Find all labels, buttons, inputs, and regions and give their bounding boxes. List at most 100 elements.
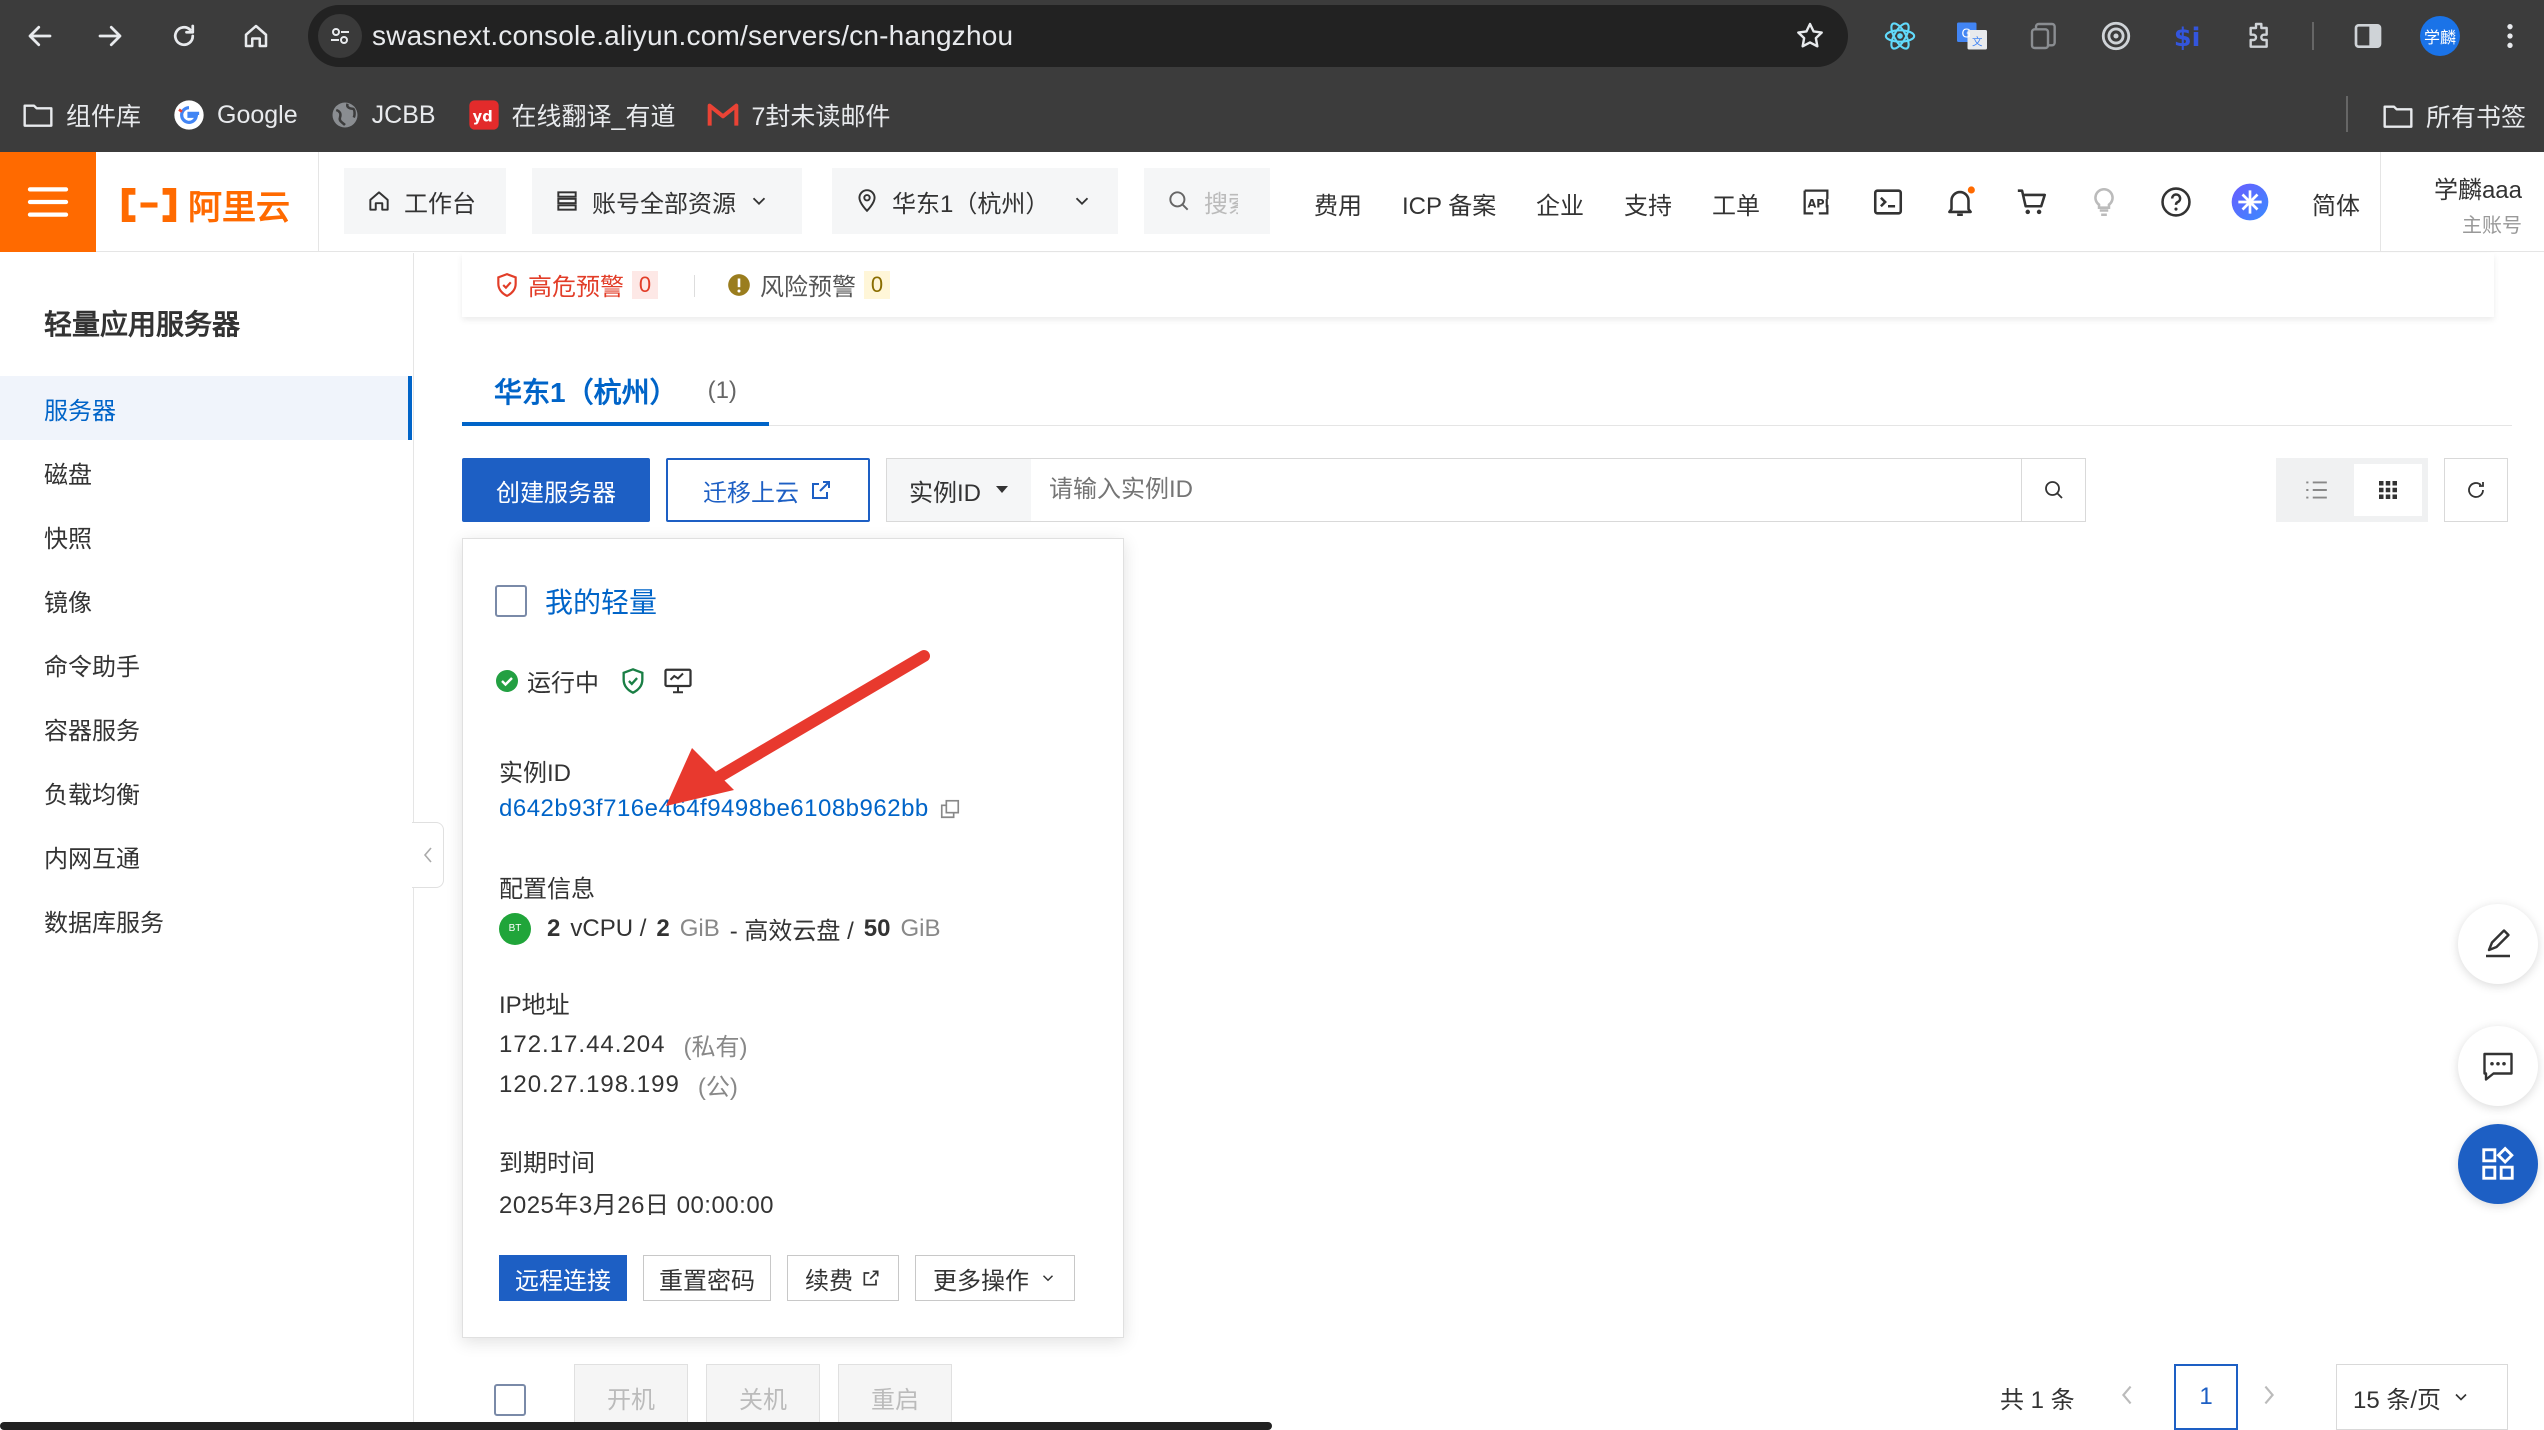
- help-icon[interactable]: [2156, 182, 2196, 222]
- select-all-checkbox[interactable]: [494, 1384, 526, 1416]
- workbench-button[interactable]: 工作台: [344, 168, 506, 234]
- region-selector[interactable]: 华东1（杭州）: [832, 168, 1118, 234]
- profile-avatar[interactable]: 学麟: [2420, 16, 2460, 56]
- all-bookmarks-label: 所有书签: [2426, 104, 2527, 132]
- sidebar-item-snapshots[interactable]: 快照: [0, 504, 412, 568]
- language-switch[interactable]: 简体: [2312, 186, 2360, 221]
- stop-button[interactable]: 关机: [706, 1364, 820, 1430]
- header-search[interactable]: 搜索: [1144, 168, 1270, 234]
- page-1-button[interactable]: 1: [2174, 1364, 2238, 1430]
- bookmark-label: Google: [217, 100, 298, 129]
- sidebar-item-command-assistant[interactable]: 命令助手: [0, 632, 412, 696]
- cart-icon[interactable]: [2012, 182, 2052, 222]
- sidebar-item-vpc-peering[interactable]: 内网互通: [0, 824, 412, 888]
- bookmark-item[interactable]: yd 在线翻译_有道: [468, 97, 675, 133]
- forward-arrow-icon[interactable]: [88, 14, 132, 58]
- svg-text:文: 文: [1972, 35, 1983, 48]
- svg-text:API: API: [1808, 197, 1829, 211]
- translate-extension-icon[interactable]: G文: [1952, 16, 1992, 56]
- next-page-icon[interactable]: [2254, 1380, 2284, 1410]
- header-link-billing[interactable]: 费用: [1314, 186, 1362, 221]
- ai-assistant-icon[interactable]: [2230, 182, 2270, 222]
- header-link-enterprise[interactable]: 企业: [1536, 186, 1584, 221]
- apps-grid-icon[interactable]: [2458, 1124, 2538, 1204]
- bookmark-item[interactable]: Google: [173, 99, 298, 131]
- bell-icon[interactable]: [1940, 182, 1980, 222]
- all-bookmarks[interactable]: 所有书签: [2382, 98, 2526, 134]
- copy-icon[interactable]: [939, 798, 961, 820]
- sidebar-item-load-balancer[interactable]: 负载均衡: [0, 760, 412, 824]
- sidebar-item-database[interactable]: 数据库服务: [0, 888, 412, 952]
- aliyun-logo[interactable]: 阿里云: [120, 180, 290, 229]
- dollar-extension-icon[interactable]: $i: [2168, 16, 2208, 56]
- hamburger-menu-icon[interactable]: [0, 152, 96, 252]
- resource-label: 账号全部资源: [592, 190, 736, 218]
- tab-copy-extension-icon[interactable]: [2024, 16, 2064, 56]
- tab-region-hangzhou[interactable]: 华东1（杭州） (1): [462, 360, 769, 426]
- home-icon[interactable]: [234, 14, 278, 58]
- header-link-ticket[interactable]: 工单: [1712, 186, 1760, 221]
- chat-icon[interactable]: [2458, 1026, 2538, 1106]
- migrate-button[interactable]: 迁移上云: [666, 458, 870, 522]
- prev-page-icon[interactable]: [2112, 1380, 2142, 1410]
- instance-search-input[interactable]: [1031, 459, 2021, 521]
- tab-region-count: (1): [707, 377, 737, 404]
- server-name-link[interactable]: 我的轻量: [545, 581, 657, 621]
- server-select-checkbox[interactable]: [495, 585, 527, 617]
- google-icon: [174, 100, 204, 130]
- refresh-icon[interactable]: [2444, 458, 2508, 522]
- page-size-select[interactable]: 15 条/页: [2336, 1364, 2508, 1430]
- chevron-left-icon: [423, 847, 432, 863]
- horizontal-scrollbar[interactable]: [0, 1422, 1272, 1430]
- sidebar-item-servers[interactable]: 服务器: [0, 376, 412, 440]
- security-alert-bar: 高危预警 0 风险预警 0: [462, 253, 2494, 317]
- reset-password-button[interactable]: 重置密码: [643, 1255, 771, 1301]
- expire-label: 到期时间: [499, 1150, 595, 1177]
- extensions-puzzle-icon[interactable]: [2240, 16, 2280, 56]
- restart-button[interactable]: 重启: [838, 1364, 952, 1430]
- user-role: 主账号: [2462, 215, 2522, 237]
- chevron-down-icon: [1076, 197, 1089, 206]
- back-arrow-icon[interactable]: [18, 14, 62, 58]
- start-button[interactable]: 开机: [574, 1364, 688, 1430]
- grid-view-icon[interactable]: [2354, 464, 2422, 516]
- search-type-select[interactable]: 实例ID: [887, 459, 1031, 521]
- sidebar-collapse-handle[interactable]: [412, 822, 444, 888]
- list-view-icon[interactable]: [2282, 464, 2350, 516]
- lightbulb-icon[interactable]: [2084, 182, 2124, 222]
- remote-connect-button[interactable]: 远程连接: [499, 1255, 627, 1301]
- bookmark-item[interactable]: JCBB: [330, 100, 436, 130]
- header-link-support[interactable]: 支持: [1624, 186, 1672, 221]
- resource-selector[interactable]: 账号全部资源: [532, 168, 802, 234]
- bookmark-star-icon[interactable]: [1794, 20, 1826, 52]
- more-actions-button[interactable]: 更多操作: [915, 1255, 1075, 1301]
- user-menu[interactable]: 学麟aaa 主账号: [2398, 170, 2522, 238]
- sidebar-item-images[interactable]: 镜像: [0, 568, 412, 632]
- create-server-button[interactable]: 创建服务器: [462, 458, 650, 522]
- side-panel-icon[interactable]: [2348, 16, 2388, 56]
- sidebar-item-disks[interactable]: 磁盘: [0, 440, 412, 504]
- search-icon: [1169, 191, 1189, 211]
- terminal-icon[interactable]: [1868, 182, 1908, 222]
- react-devtools-icon[interactable]: [1880, 16, 1920, 56]
- bookmarks-divider: [2346, 96, 2348, 132]
- api-icon[interactable]: API: [1796, 182, 1836, 222]
- sidebar-item-container[interactable]: 容器服务: [0, 696, 412, 760]
- browser-menu-icon[interactable]: [2490, 16, 2530, 56]
- renew-button[interactable]: 续费: [787, 1255, 899, 1301]
- target-extension-icon[interactable]: [2096, 16, 2136, 56]
- search-submit-button[interactable]: [2021, 459, 2085, 521]
- bookmark-item[interactable]: 组件库: [22, 97, 141, 133]
- reload-icon[interactable]: [162, 14, 206, 58]
- high-risk-label: 高危预警: [528, 274, 624, 301]
- edit-feedback-icon[interactable]: [2458, 904, 2538, 984]
- caret-down-icon: [996, 486, 1008, 493]
- header-link-icp[interactable]: ICP 备案: [1402, 186, 1496, 221]
- config-row: BT 2 vCPU / 2 GiB - 高效云盘 / 50 GiB: [499, 911, 940, 946]
- alert-divider: [694, 275, 695, 297]
- address-bar[interactable]: swasnext.console.aliyun.com/servers/cn-h…: [308, 5, 1848, 67]
- bookmark-item[interactable]: 7封未读邮件: [707, 97, 890, 133]
- risk-alert[interactable]: 风险预警 0: [726, 267, 890, 302]
- site-settings-icon[interactable]: [318, 14, 362, 58]
- high-risk-alert[interactable]: 高危预警 0: [494, 267, 658, 302]
